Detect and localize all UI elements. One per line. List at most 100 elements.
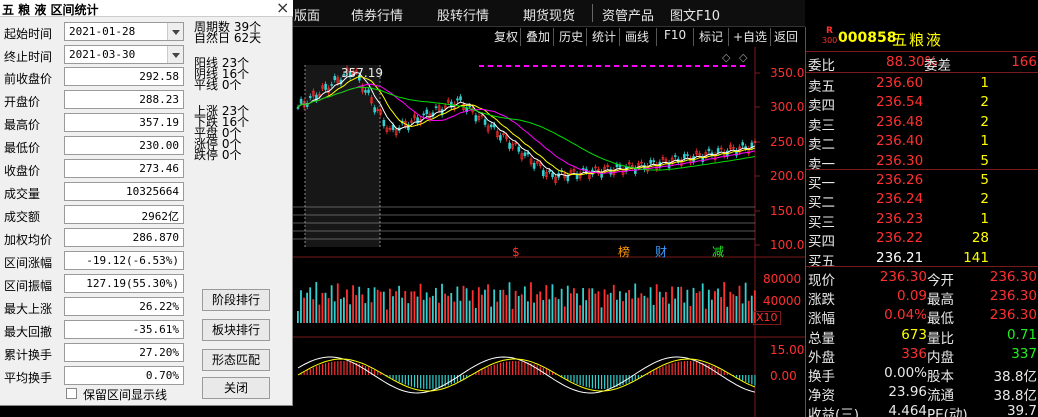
sector-ranking-button[interactable]: 板块排行 [202,319,270,341]
candle-body [373,107,376,113]
price-axis-label: 300.0 [770,100,805,114]
stat-row: 总量 673 量比 0.71 [806,326,1038,347]
candle-body [367,89,370,93]
field-label: 最低价 [4,141,41,155]
toolbar-draw[interactable]: 画线 [625,28,649,46]
volume-bar [438,302,440,323]
menu-item-neeq[interactable]: 股转行情 [437,5,489,24]
volume-bar [640,293,643,323]
volume-bar [625,292,627,323]
volume-bar [490,306,492,323]
event-marker-reduce[interactable]: 减 [712,243,724,260]
stat-value: 236.30 [989,288,1037,305]
toolbar-overlay[interactable]: 叠加 [526,28,550,46]
menu-item-asset-mgmt[interactable]: 资管产品 [602,5,654,24]
menu-item-bond[interactable]: 债券行情 [351,5,403,24]
event-marker-finance[interactable]: 财 [655,243,667,260]
bid-row[interactable]: 买五 236.21 141 [806,249,1038,270]
volume-bar [324,292,327,323]
volume-bar [658,291,661,323]
event-marker-rank[interactable]: 榜 [618,243,630,260]
volume-bar [364,303,367,323]
volume-bar [548,299,551,323]
volume-bar [450,292,453,323]
toolbar-history[interactable]: 历史 [559,28,583,46]
chevron-down-icon[interactable] [167,23,183,40]
candle-body [532,163,536,169]
volume-bar [594,293,597,323]
bid-row[interactable]: 买四 236.22 28 [806,229,1038,250]
menu-item-f10[interactable]: 图文F10 [670,5,720,24]
volume-bar [361,294,364,323]
volume-bar [327,298,330,323]
volume-bar [382,291,385,323]
candle-body [707,148,711,152]
volume-bar [435,287,437,323]
event-marker-dollar[interactable]: $ [512,245,520,259]
end-date-select[interactable]: 2021-03-30 [64,45,184,64]
volume-bar [419,283,422,323]
ask-row[interactable]: 卖五 236.60 1 [806,74,1038,95]
field-value: 357.19 [139,116,179,129]
dialog-titlebar[interactable]: 五 粮 液 区间统计 [0,0,293,17]
volume-bar [689,305,692,323]
ask-row[interactable]: 卖三 236.48 2 [806,113,1038,134]
volume-bar [747,300,750,323]
weibi-label: 委比 [808,58,835,74]
price-axis-label: 200.0 [770,169,805,183]
volume-bar [477,287,480,323]
volume-bar [318,304,321,323]
menu-item-layout[interactable]: 版面 [294,5,320,24]
volume-unit-label: X10 [753,311,781,325]
toolbar-back[interactable]: 返回 [774,28,798,46]
diamond-icon[interactable]: ◇ [739,51,747,64]
keep-interval-lines-checkbox[interactable] [66,388,77,399]
stock-code: 000858 [838,30,897,46]
volume-bar [649,287,652,323]
start-date-select[interactable]: 2021-01-28 [64,22,184,41]
volume-bar [628,289,630,323]
toolbar-f10[interactable]: F10 [664,28,686,46]
toolbar-stats[interactable]: 统计 [592,28,616,46]
bid-row[interactable]: 买二 236.24 2 [806,190,1038,211]
bid-row[interactable]: 买三 236.23 1 [806,210,1038,231]
field-label: 开盘价 [4,95,41,109]
ask-row[interactable]: 卖二 236.40 1 [806,132,1038,154]
field-value: -35.61% [132,323,179,336]
stat-value: 336 [901,345,927,362]
toolbar-divider [728,28,729,46]
ask-label: 卖二 [808,137,835,154]
candle-body [499,135,502,141]
toolbar-mark[interactable]: 标记 [699,28,723,46]
close-button[interactable]: 关闭 [202,377,270,399]
stat-label: PE(动) [927,407,968,417]
weicha-label: 委差 [924,58,951,74]
field-value: -19.12(-6.53%) [86,254,179,267]
ask-row[interactable]: 卖一 236.30 5 [806,152,1038,173]
volume-bar [346,289,348,323]
stage-ranking-button[interactable]: 阶段排行 [202,289,270,311]
volume-bar [508,282,511,323]
volume-bar [704,308,707,323]
volume-bar [576,293,578,323]
stat-value: 0.09 [896,288,927,305]
bid-row[interactable]: 买一 236.26 5 [806,171,1038,192]
pattern-match-button[interactable]: 形态匹配 [202,349,270,371]
toolbar-restore-rights[interactable]: 复权 [494,28,518,46]
close-icon[interactable]: × [276,0,289,17]
volume-bar [425,292,428,323]
kline-chart-area[interactable]: 350.0 300.0 250.0 200.0 150.0 100.0 8000… [293,47,805,417]
volume-bar [671,286,673,323]
stat-row: 外盘 336 内盘 337 [806,345,1038,366]
diamond-icon[interactable]: ◇ [722,51,730,64]
bid-price: 236.26 [876,172,924,188]
menu-item-futures[interactable]: 期货现货 [523,5,575,24]
volume-bar [481,294,483,323]
ask-row[interactable]: 卖四 236.54 2 [806,93,1038,114]
interval-stats-dialog: 五 粮 液 区间统计 × 起始时间 2021-01-28 终止时间 2021-03-3… [0,0,293,406]
toolbar-add-watchlist[interactable]: +自选 [733,28,767,46]
divider [806,51,1038,52]
volume-bar [542,300,545,323]
chevron-down-icon[interactable] [167,46,183,63]
volume-bar [367,288,370,323]
